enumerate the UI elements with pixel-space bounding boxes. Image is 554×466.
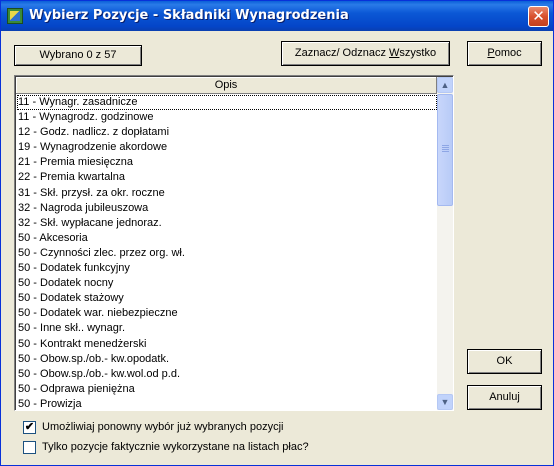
vertical-scrollbar[interactable]: ▲ ▼ <box>437 77 453 410</box>
list-item[interactable]: 50 - Odprawa pieniężna <box>17 382 437 397</box>
list-item[interactable]: 50 - Prowizja <box>17 397 437 410</box>
scroll-up-icon[interactable]: ▲ <box>437 77 453 93</box>
app-icon <box>7 8 23 24</box>
help-label-hotkey: P <box>487 47 495 59</box>
list-item[interactable]: 50 - Akcesoria <box>17 231 437 246</box>
list-item[interactable]: 12 - Godz. nadlicz. z dopłatami <box>17 125 437 140</box>
scrollbar-thumb[interactable] <box>437 94 453 206</box>
list-item[interactable]: 50 - Dodatek nocny <box>17 276 437 291</box>
toggle-all-button[interactable]: Zaznacz/ Odznacz Wszystko <box>281 41 450 66</box>
only-used-checkbox[interactable] <box>23 441 36 454</box>
dialog-window: Wybierz Pozycje - Składniki Wynagrodzeni… <box>0 0 554 466</box>
list-item[interactable]: 50 - Obow.sp./ob.- kw.opodatk. <box>17 352 437 367</box>
list-item[interactable]: 50 - Inne skł.. wynagr. <box>17 321 437 336</box>
cancel-button[interactable]: Anuluj <box>467 385 542 410</box>
items-listbox[interactable]: Opis 11 - Wynagr. zasadnicze 11 - Wynagro… <box>14 75 454 411</box>
list-item[interactable]: 50 - Dodatek war. niebezpieczne <box>17 306 437 321</box>
items-list[interactable]: 11 - Wynagr. zasadnicze 11 - Wynagrodz. g… <box>17 95 437 410</box>
help-button[interactable]: Pomoc <box>467 41 542 66</box>
scroll-down-icon[interactable]: ▼ <box>437 394 453 410</box>
list-item[interactable]: 50 - Dodatek stażowy <box>17 291 437 306</box>
only-used-label: Tylko pozycje faktycznie wykorzystane na… <box>42 441 309 453</box>
list-item[interactable]: 50 - Dodatek funkcyjny <box>17 261 437 276</box>
window-title: Wybierz Pozycje - Składniki Wynagrodzeni… <box>29 8 349 23</box>
help-label-suffix: omoc <box>494 47 522 59</box>
toggle-all-label-hotkey: W <box>389 47 400 59</box>
list-item[interactable]: 11 - Wynagr. zasadnicze <box>17 95 437 111</box>
title-bar[interactable]: Wybierz Pozycje - Składniki Wynagrodzeni… <box>1 1 553 31</box>
grip-icon <box>442 145 449 153</box>
list-item[interactable]: 22 - Premia kwartalna <box>17 170 437 185</box>
allow-reselect-checkbox[interactable]: ✔ <box>23 421 36 434</box>
list-item[interactable]: 32 - Nagroda jubileuszowa <box>17 201 437 216</box>
list-item[interactable]: 11 - Wynagrodz. godzinowe <box>17 110 437 125</box>
list-item[interactable]: 50 - Kontrakt menedżerski <box>17 337 437 352</box>
selected-count-button[interactable]: Wybrano 0 z 57 <box>14 45 142 66</box>
list-item[interactable]: 32 - Skł. wypłacane jednoraz. <box>17 216 437 231</box>
allow-reselect-label: Umożliwiaj ponowny wybór już wybranych p… <box>42 421 284 433</box>
list-item[interactable]: 31 - Skł. przysł. za okr. roczne <box>17 186 437 201</box>
column-header-opis[interactable]: Opis <box>16 77 437 94</box>
list-item[interactable]: 19 - Wynagrodzenie akordowe <box>17 140 437 155</box>
list-item[interactable]: 50 - Obow.sp./ob.- kw.wol.od p.d. <box>17 367 437 382</box>
toggle-all-label-suffix: szystko <box>399 47 437 59</box>
close-button[interactable]: ✕ <box>528 6 549 27</box>
ok-button[interactable]: OK <box>467 349 542 374</box>
toggle-all-label-prefix: Zaznacz/ Odznacz <box>294 47 390 59</box>
list-item[interactable]: 21 - Premia miesięczna <box>17 155 437 170</box>
list-item[interactable]: 50 - Czynności zlec. przez org. wł. <box>17 246 437 261</box>
